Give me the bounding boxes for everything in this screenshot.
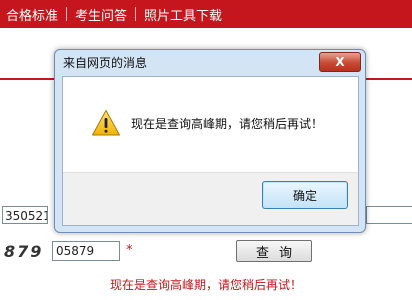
id-number-input[interactable]: 3505211 [2, 206, 48, 224]
top-nav: 合格标准 考生问答 照片工具下载 [0, 0, 412, 28]
warning-icon [92, 110, 120, 136]
alert-dialog: 来自网页的消息 X 现在是查询高峰期，请您稍后再试！ 确定 [54, 49, 366, 233]
close-button[interactable]: X [319, 52, 361, 72]
right-input-field[interactable] [366, 206, 412, 224]
dialog-message: 现在是查询高峰期，请您稍后再试！ [131, 117, 324, 131]
captcha-code-input[interactable]: 05879 [52, 241, 120, 261]
dialog-title: 来自网页的消息 [63, 56, 148, 70]
nav-item-pass-standard[interactable]: 合格标准 [0, 5, 66, 24]
close-icon: X [335, 55, 345, 69]
required-mark: * [126, 243, 133, 258]
captcha-image: 879 [4, 242, 44, 261]
ok-button[interactable]: 确定 [262, 181, 348, 209]
query-button[interactable]: 查询 [236, 240, 312, 262]
nav-item-candidate-qa[interactable]: 考生问答 [67, 5, 135, 24]
page-status-message: 现在是查询高峰期，请您稍后再试！ [109, 278, 302, 292]
dialog-body: 现在是查询高峰期，请您稍后再试！ 确定 [62, 76, 359, 226]
nav-item-photo-tool-download[interactable]: 照片工具下载 [136, 5, 230, 24]
